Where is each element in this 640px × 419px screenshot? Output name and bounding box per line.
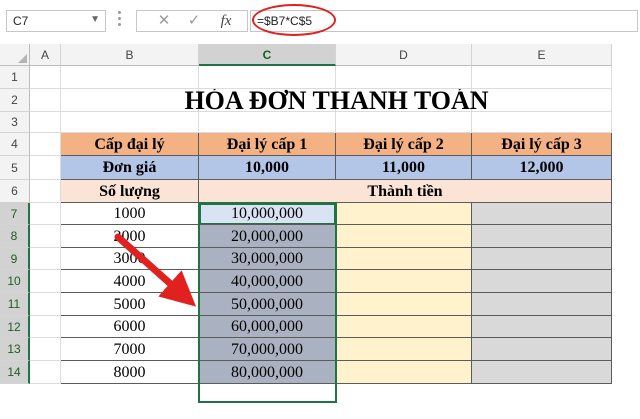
check-icon[interactable]: ✓ [181, 12, 207, 30]
worksheet-grid[interactable]: ABCDE 1 2 3 4 5 6 7 8 9 10 11 12 13 14 HÓA ĐƠN THANH … [0, 44, 640, 419]
fx-icon[interactable]: fx [213, 12, 239, 30]
arrow-icon [114, 233, 197, 307]
formula-bar: C7 ▼ ✕ ✓ fx =$B7*C$5 [0, 0, 640, 44]
name-box-value: C7 [13, 14, 29, 28]
close-icon[interactable]: ✕ [151, 12, 177, 30]
name-box[interactable]: C7 ▼ [6, 10, 106, 32]
chevron-down-icon[interactable]: ▼ [90, 14, 100, 25]
formula-bar-grip[interactable] [118, 8, 122, 34]
formula-highlight-ellipse [252, 4, 336, 36]
formula-bar-buttons: ✕ ✓ fx [136, 10, 248, 32]
